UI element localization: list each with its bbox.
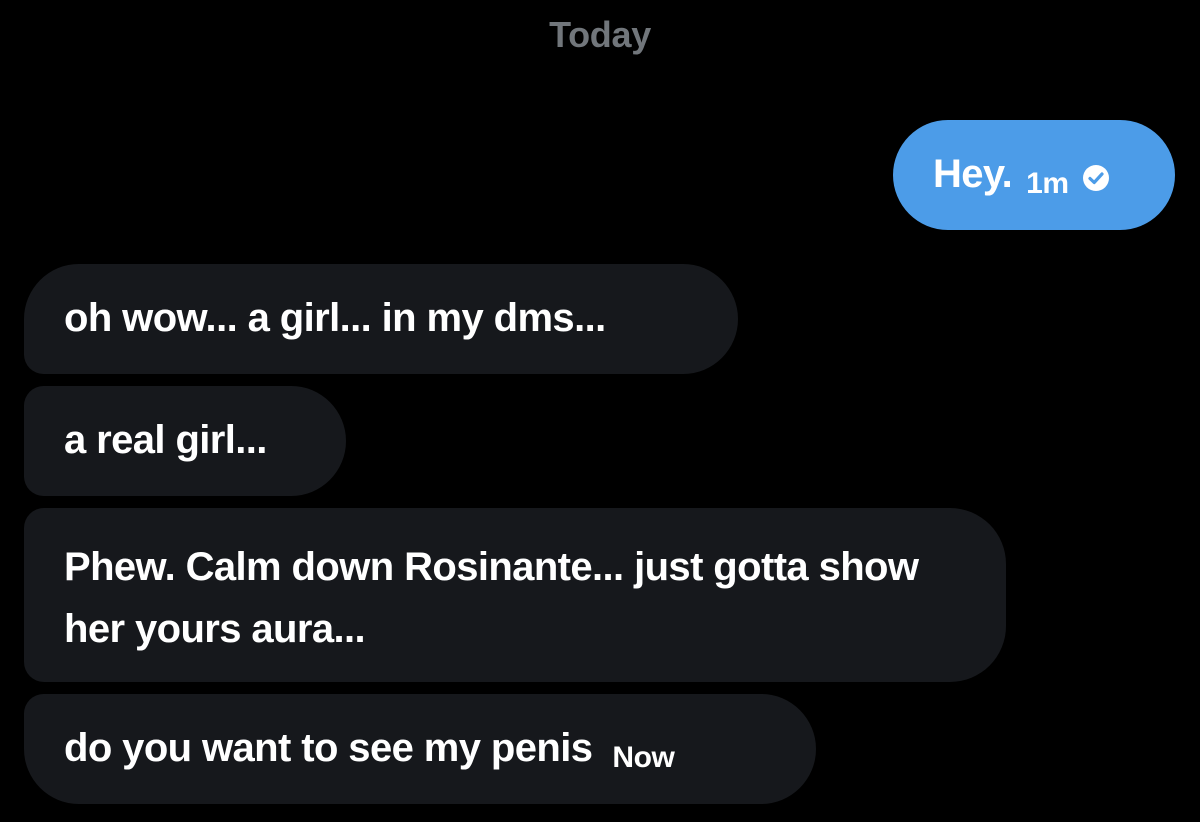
message-text: Hey.: [933, 152, 1013, 196]
received-message-bubble[interactable]: oh wow... a girl... in my dms...: [24, 264, 738, 374]
received-message-bubble[interactable]: a real girl...: [24, 386, 346, 496]
message-text: do you want to see my penis: [64, 726, 593, 770]
received-message-bubble[interactable]: do you want to see my penis Now: [24, 694, 816, 804]
seen-check-icon: [1081, 151, 1111, 209]
message-text: oh wow... a girl... in my dms...: [64, 296, 606, 340]
message-text: a real girl...: [64, 418, 267, 462]
received-message-bubble[interactable]: Phew. Calm down Rosinante... just gotta …: [24, 508, 1006, 682]
message-timestamp: 1m: [1026, 167, 1069, 200]
message-text: Phew. Calm down Rosinante... just gotta …: [64, 545, 919, 651]
day-separator: Today: [549, 14, 651, 55]
sent-message-bubble[interactable]: Hey. 1m: [893, 120, 1175, 230]
message-timestamp: Now: [612, 741, 675, 774]
